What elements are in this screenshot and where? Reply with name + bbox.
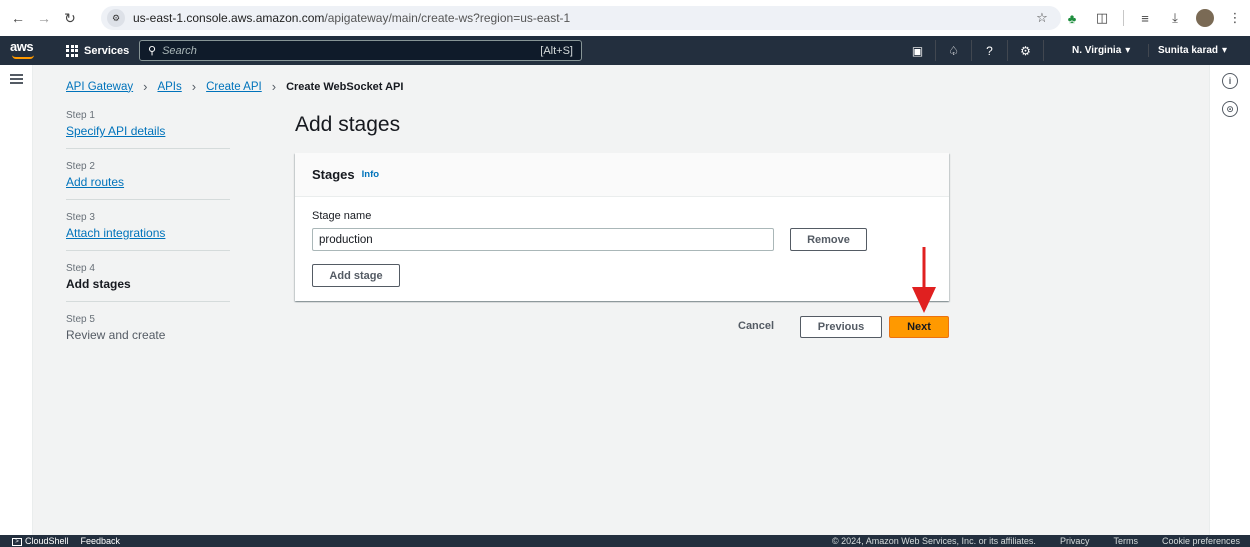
- address-bar[interactable]: ⚙ us-east-1.console.aws.amazon.com/apiga…: [101, 6, 1061, 30]
- cloudshell-link[interactable]: > CloudShell: [12, 536, 69, 546]
- breadcrumb-create-api[interactable]: Create API: [206, 81, 262, 93]
- breadcrumb-api-gateway[interactable]: API Gateway: [66, 81, 133, 93]
- cloudshell-icon[interactable]: ▣: [900, 40, 936, 61]
- bookmark-star-icon[interactable]: ☆: [1033, 9, 1051, 27]
- side-nav-rail: [0, 65, 33, 535]
- step-item: Step 1 Specify API details: [66, 110, 230, 149]
- back-arrow-icon[interactable]: ←: [6, 6, 30, 30]
- caret-down-icon: ▾: [1125, 45, 1131, 56]
- step-item: Step 5 Review and create: [66, 314, 230, 352]
- chevron-right-icon: ›: [191, 79, 197, 94]
- profile-avatar[interactable]: [1196, 9, 1214, 27]
- step-link-add-routes[interactable]: Add routes: [66, 175, 230, 189]
- stage-name-label: Stage name: [312, 210, 372, 222]
- cookie-preferences-link[interactable]: Cookie preferences: [1162, 536, 1240, 546]
- info-icon[interactable]: i: [1222, 73, 1238, 89]
- feedback-link[interactable]: Feedback: [81, 536, 121, 546]
- browser-toolbar: ← → ↻ ⚙ us-east-1.console.aws.amazon.com…: [0, 0, 1250, 36]
- chevron-right-icon: ›: [143, 79, 148, 94]
- info-link[interactable]: Info: [362, 169, 379, 180]
- step-link-attach-integrations[interactable]: Attach integrations: [66, 226, 230, 240]
- divider: [1123, 10, 1124, 26]
- caret-down-icon: ▾: [1222, 45, 1228, 56]
- cloudshell-label: CloudShell: [25, 536, 69, 546]
- region-selector[interactable]: N. Virginia ▾: [1072, 40, 1130, 61]
- aws-top-nav: aws Services ⚲ Search [Alt+S] ▣ ♤ ? ⚙ N.…: [0, 36, 1250, 65]
- stage-name-input[interactable]: [312, 228, 774, 251]
- reading-list-icon[interactable]: ≡: [1136, 9, 1154, 27]
- step-number: Step 5: [66, 314, 95, 325]
- breadcrumb: API Gateway › APIs › Create API › Create…: [66, 79, 403, 94]
- notifications-bell-icon[interactable]: ♤: [936, 40, 972, 61]
- tools-rail: i ⊙: [1209, 65, 1250, 535]
- search-shortcut: [Alt+S]: [540, 44, 573, 57]
- nav-icon-group: ▣ ♤ ? ⚙: [900, 40, 1044, 61]
- grid-icon: [66, 44, 78, 57]
- step-link-specify-api-details[interactable]: Specify API details: [66, 124, 230, 138]
- url-host: us-east-1.console.aws.amazon.com: [133, 11, 325, 25]
- add-stage-button[interactable]: Add stage: [312, 264, 400, 287]
- step-review-and-create: Review and create: [66, 328, 166, 342]
- next-button[interactable]: Next: [889, 316, 949, 338]
- extensions-puzzle-icon[interactable]: ◫: [1093, 9, 1111, 27]
- wizard-steps: Step 1 Specify API details Step 2 Add ro…: [66, 110, 230, 364]
- site-settings-icon[interactable]: ⚙: [107, 9, 125, 27]
- url-text: us-east-1.console.aws.amazon.com/apigate…: [133, 11, 570, 25]
- step-number: Step 1: [66, 110, 95, 121]
- red-arrow-annotation: [912, 247, 936, 313]
- remove-button[interactable]: Remove: [790, 228, 867, 251]
- panel-title: Stages: [312, 167, 355, 182]
- step-item: Step 4 Add stages: [66, 263, 230, 302]
- settings-gear-icon[interactable]: ⚙: [1008, 40, 1044, 61]
- step-number: Step 4: [66, 263, 95, 274]
- help-panel-icon[interactable]: ⊙: [1222, 101, 1238, 117]
- cancel-button[interactable]: Cancel: [738, 320, 774, 332]
- search-placeholder: Search: [162, 44, 197, 57]
- aws-logo[interactable]: aws: [10, 39, 40, 61]
- stages-panel: Stages Info Stage name Remove Add stage: [295, 153, 949, 301]
- step-number: Step 3: [66, 212, 95, 223]
- extension-icon[interactable]: ♣: [1063, 9, 1081, 27]
- panel-header: Stages Info: [295, 153, 949, 197]
- terms-link[interactable]: Terms: [1113, 536, 1138, 546]
- page-title: Add stages: [295, 113, 401, 136]
- copyright-text: © 2024, Amazon Web Services, Inc. or its…: [832, 536, 1036, 546]
- url-path: /apigateway/main/create-ws?region=us-eas…: [324, 11, 571, 25]
- divider: [1148, 44, 1149, 57]
- cloudshell-icon: >: [12, 537, 22, 546]
- chevron-right-icon: ›: [271, 79, 277, 94]
- privacy-link[interactable]: Privacy: [1060, 536, 1090, 546]
- step-item: Step 3 Attach integrations: [66, 212, 230, 251]
- download-icon[interactable]: ⤓: [1166, 9, 1184, 27]
- step-current-add-stages: Add stages: [66, 277, 131, 291]
- breadcrumb-current: Create WebSocket API: [286, 80, 404, 93]
- hamburger-menu-icon[interactable]: [10, 74, 23, 84]
- forward-arrow-icon[interactable]: →: [32, 6, 56, 30]
- previous-button[interactable]: Previous: [800, 316, 882, 338]
- step-number: Step 2: [66, 161, 95, 172]
- aws-logo-text: aws: [10, 39, 34, 54]
- search-input[interactable]: ⚲ Search [Alt+S]: [139, 40, 582, 61]
- reload-icon[interactable]: ↻: [58, 6, 82, 30]
- help-icon[interactable]: ?: [972, 40, 1008, 61]
- services-button[interactable]: Services: [66, 41, 129, 60]
- console-footer: > CloudShell Feedback © 2024, Amazon Web …: [0, 535, 1250, 547]
- region-label: N. Virginia: [1072, 45, 1122, 56]
- browser-actions: ☆ ♣ ◫ ≡ ⤓ ⋮: [1033, 6, 1244, 30]
- user-name: Sunita karad: [1158, 45, 1219, 56]
- services-label: Services: [84, 44, 130, 57]
- account-menu[interactable]: Sunita karad ▾: [1158, 40, 1227, 61]
- breadcrumb-apis[interactable]: APIs: [157, 81, 181, 93]
- search-icon: ⚲: [148, 45, 157, 57]
- menu-dots-icon[interactable]: ⋮: [1226, 9, 1244, 27]
- step-item: Step 2 Add routes: [66, 161, 230, 200]
- aws-smile-icon: [12, 55, 34, 59]
